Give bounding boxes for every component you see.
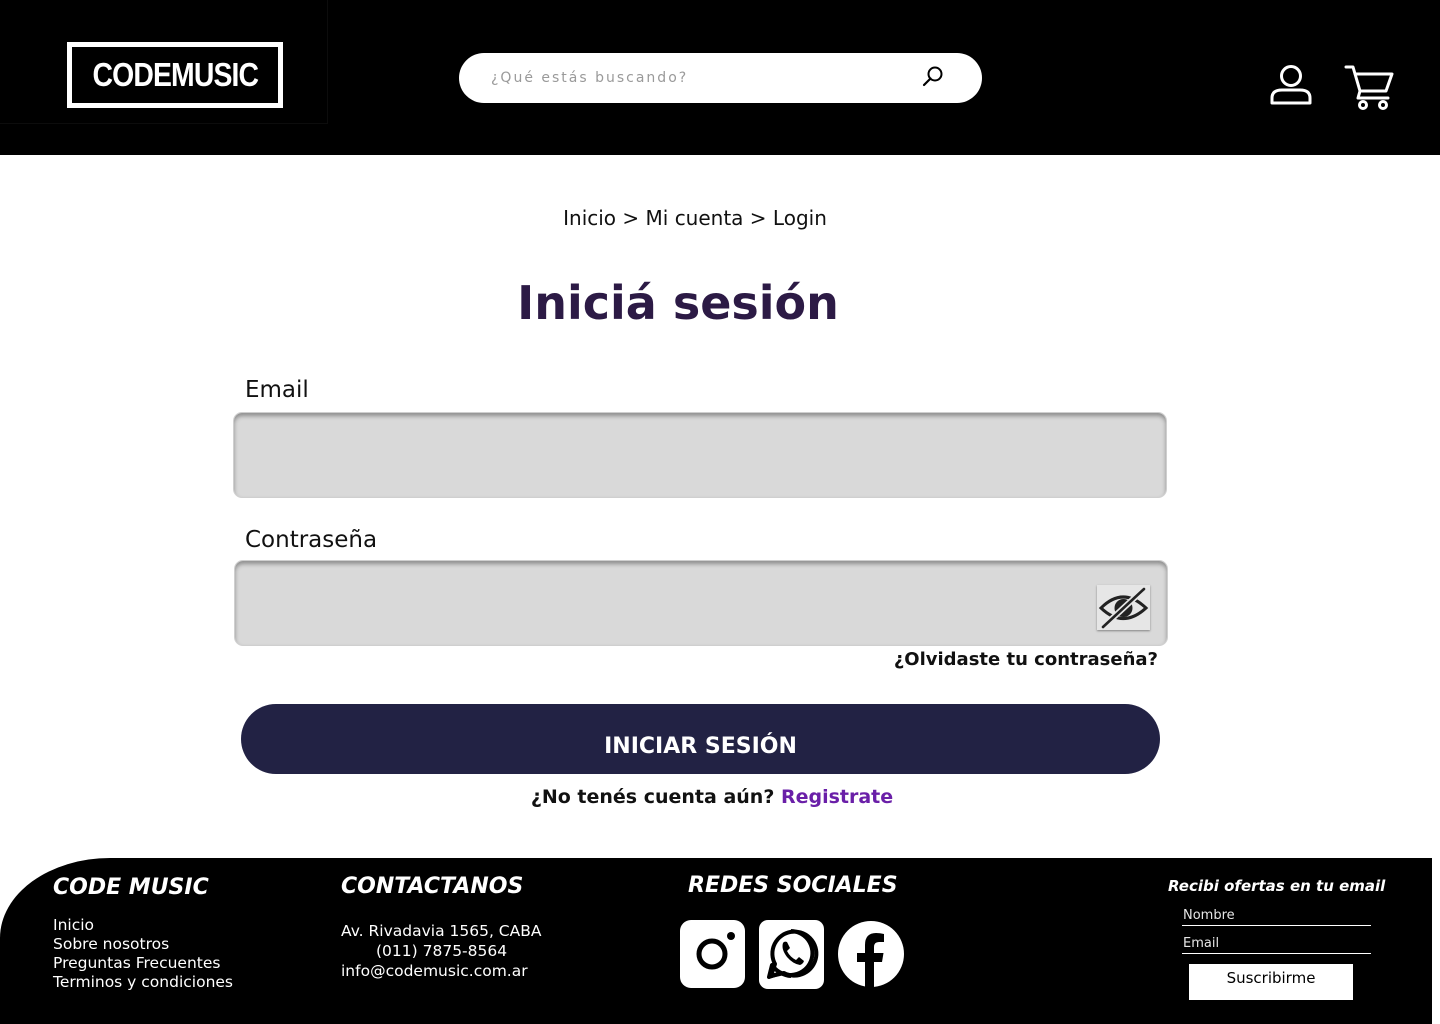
- whatsapp-link[interactable]: [759, 919, 825, 989]
- footer-brand-heading: CODE MUSIC: [53, 875, 209, 900]
- newsletter-email-input[interactable]: [1182, 933, 1371, 954]
- search-bar: [459, 53, 982, 103]
- logo[interactable]: CODEMUSIC: [67, 42, 283, 108]
- footer-link-faq[interactable]: Preguntas Frecuentes: [53, 954, 220, 973]
- breadcrumb[interactable]: Inicio > Mi cuenta > Login: [0, 206, 1390, 230]
- footer-link-inicio[interactable]: Inicio: [53, 916, 94, 935]
- footer-link-terms[interactable]: Terminos y condiciones: [53, 973, 233, 992]
- register-link[interactable]: Registrate: [781, 786, 893, 808]
- subscribe-button-label: Suscribirme: [1226, 969, 1316, 987]
- cart-icon[interactable]: [1344, 63, 1394, 111]
- email-field[interactable]: [234, 413, 1166, 497]
- toggle-password-button[interactable]: [1097, 585, 1150, 630]
- search-input[interactable]: [491, 63, 911, 93]
- password-field[interactable]: [235, 561, 1167, 645]
- site-header: CODEMUSIC: [0, 0, 1440, 155]
- whatsapp-icon: [759, 920, 824, 989]
- newsletter-name-input[interactable]: [1182, 905, 1371, 926]
- no-account-text: ¿No tenés cuenta aún?: [530, 786, 775, 808]
- eye-slash-icon: [1098, 586, 1149, 630]
- instagram-icon: [680, 920, 745, 988]
- register-prompt: ¿No tenés cuenta aún? Registrate: [0, 786, 1424, 808]
- page-title: Iniciá sesión: [517, 276, 839, 330]
- forgot-password-link[interactable]: ¿Olvidaste tu contraseña?: [870, 649, 1158, 670]
- footer-email[interactable]: info@codemusic.com.ar: [341, 962, 528, 981]
- newsletter-email-wrapper: [1182, 932, 1371, 954]
- logo-text: CODEMUSIC: [92, 56, 259, 93]
- logo-area: CODEMUSIC: [0, 0, 328, 124]
- facebook-icon: [838, 921, 904, 989]
- email-field-wrapper: [233, 412, 1167, 498]
- user-icon[interactable]: [1268, 64, 1314, 106]
- newsletter-name-wrapper: [1182, 904, 1371, 926]
- password-field-wrapper: [234, 560, 1168, 646]
- newsletter-heading: Recibi ofertas en tu email: [1168, 877, 1386, 895]
- password-label: Contraseña: [245, 527, 378, 553]
- footer-address: Av. Rivadavia 1565, CABA: [341, 922, 542, 940]
- subscribe-button[interactable]: Suscribirme: [1189, 964, 1353, 1000]
- footer-social-heading: REDES SOCIALES: [688, 873, 898, 898]
- login-button-label: INICIAR SESIÓN: [604, 733, 797, 759]
- instagram-link[interactable]: [680, 919, 746, 989]
- email-label: Email: [245, 377, 309, 403]
- footer-link-sobre-nosotros[interactable]: Sobre nosotros: [53, 935, 169, 954]
- footer-phone: (011) 7875-8564: [376, 942, 508, 960]
- search-icon[interactable]: [920, 64, 946, 90]
- login-button[interactable]: INICIAR SESIÓN: [241, 704, 1160, 774]
- facebook-link[interactable]: [838, 919, 904, 989]
- footer-contact-heading: CONTACTANOS: [341, 874, 524, 899]
